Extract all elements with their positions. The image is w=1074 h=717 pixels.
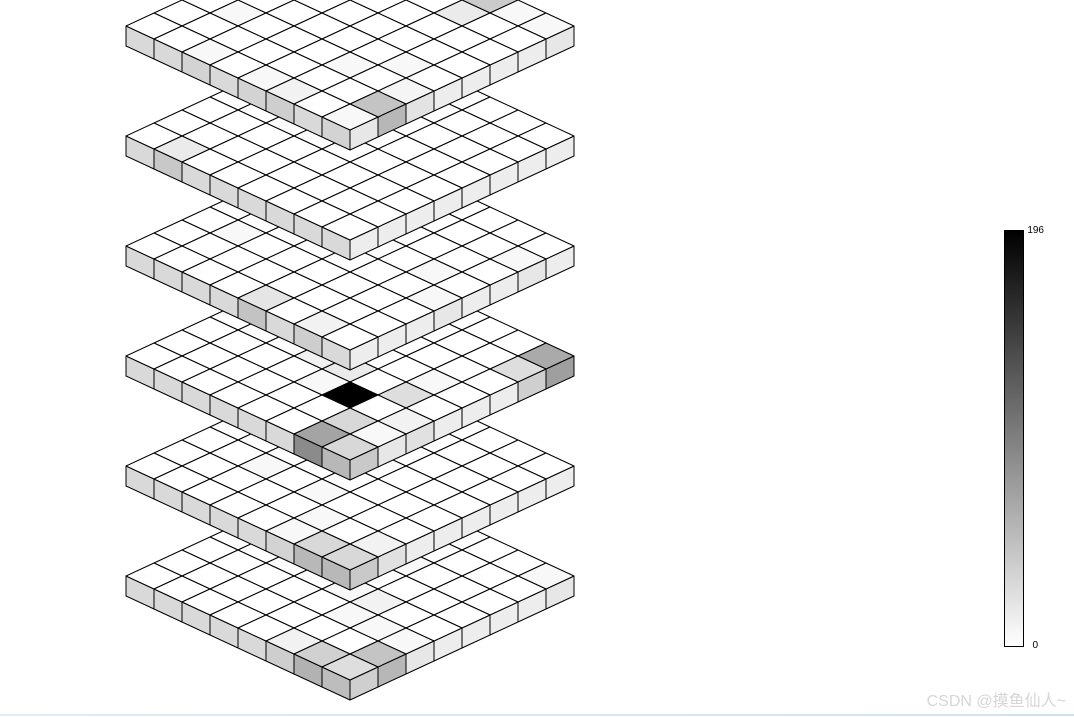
colorbar-max-label: 196 bbox=[1027, 225, 1044, 236]
colorbar-min-label: 0 bbox=[1032, 640, 1038, 651]
voxel-3d-chart bbox=[0, 0, 1074, 717]
bottom-edge bbox=[0, 714, 1074, 716]
colorbar bbox=[1004, 230, 1024, 647]
